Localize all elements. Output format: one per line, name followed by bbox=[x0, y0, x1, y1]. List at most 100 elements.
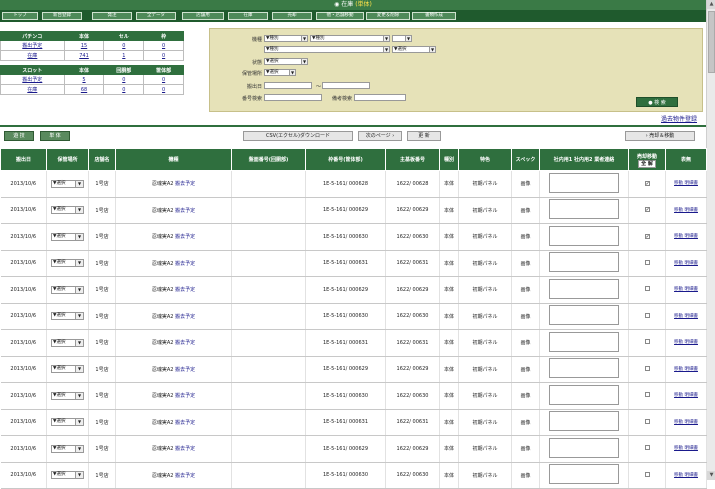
nav-order[interactable]: 発注 bbox=[92, 12, 132, 20]
count-link[interactable]: 0 bbox=[103, 40, 145, 51]
sell-move-checkbox[interactable] bbox=[644, 339, 650, 345]
place-select[interactable]: ▼選択 ▼ bbox=[51, 232, 84, 241]
model-link[interactable]: 搬去予定 bbox=[175, 367, 195, 373]
count-link[interactable]: 68 bbox=[63, 84, 105, 95]
csv-download-button[interactable]: CSV(エクセル)ダウンロード bbox=[243, 131, 353, 141]
row-label[interactable]: 在庫 bbox=[0, 84, 65, 95]
nav-documents[interactable]: 書類作成 bbox=[412, 12, 456, 20]
place-select[interactable]: ▼選択 ▼ bbox=[51, 206, 84, 215]
sell-move-button[interactable]: › 売却＆移動 bbox=[625, 131, 695, 141]
sell-move-checkbox[interactable] bbox=[644, 286, 650, 292]
memo-textarea[interactable] bbox=[549, 252, 619, 273]
move-detail-link[interactable]: 移動 明細書 bbox=[674, 446, 698, 451]
nav-new[interactable]: 新台登録 bbox=[42, 12, 82, 20]
memo-textarea[interactable] bbox=[549, 199, 619, 220]
memo-textarea[interactable] bbox=[549, 384, 619, 405]
row-label[interactable]: 在庫 bbox=[0, 50, 65, 61]
select-all-button[interactable]: 全 解 bbox=[638, 159, 656, 168]
count-link[interactable]: 0 bbox=[143, 84, 184, 95]
model-link[interactable]: 搬去予定 bbox=[175, 208, 195, 214]
model-link[interactable]: 搬去予定 bbox=[175, 340, 195, 346]
move-detail-link[interactable]: 移動 明細書 bbox=[674, 473, 698, 478]
nav-stock[interactable]: 在庫 bbox=[228, 12, 268, 20]
place-select[interactable]: ▼選択 ▼ bbox=[51, 471, 84, 480]
scroll-down-icon[interactable]: ▼ bbox=[707, 471, 715, 480]
memo-textarea[interactable] bbox=[549, 331, 619, 352]
single-button[interactable]: 単 体 bbox=[40, 131, 70, 141]
memo-textarea[interactable] bbox=[549, 305, 619, 326]
number-search-input[interactable] bbox=[264, 94, 322, 101]
sell-move-checkbox[interactable]: ✓ bbox=[644, 207, 650, 213]
count-link[interactable]: 0 bbox=[103, 84, 145, 95]
sell-move-checkbox[interactable]: ✓ bbox=[644, 233, 650, 239]
memo-textarea[interactable] bbox=[549, 278, 619, 299]
nav-sell[interactable]: 売却 bbox=[272, 12, 312, 20]
next-page-button[interactable]: 次のページ › bbox=[358, 131, 402, 141]
count-link[interactable]: 0 bbox=[143, 50, 184, 61]
scroll-up-icon[interactable]: ▲ bbox=[707, 0, 715, 9]
place-select[interactable]: ▼選択 ▼ bbox=[51, 391, 84, 400]
place-select[interactable]: ▼選択 ▼ bbox=[51, 365, 84, 374]
sell-move-checkbox[interactable] bbox=[644, 259, 650, 265]
kind-select-3[interactable]: ▼種別 ▼ bbox=[264, 46, 390, 53]
model-link[interactable]: 搬去予定 bbox=[175, 393, 195, 399]
date-from-input[interactable] bbox=[264, 82, 312, 89]
model-link[interactable]: 搬去予定 bbox=[175, 261, 195, 267]
state-select[interactable]: ▼選択 ▼ bbox=[264, 58, 308, 65]
model-link[interactable]: 搬去予定 bbox=[175, 234, 195, 240]
move-detail-link[interactable]: 移動 明細書 bbox=[674, 181, 698, 186]
place-select[interactable]: ▼選択 ▼ bbox=[51, 285, 84, 294]
row-label[interactable]: 搬出予定 bbox=[0, 74, 65, 85]
move-detail-link[interactable]: 移動 明細書 bbox=[674, 287, 698, 292]
memo-textarea[interactable] bbox=[549, 464, 619, 485]
sell-move-checkbox[interactable] bbox=[644, 445, 650, 451]
model-link[interactable]: 搬去予定 bbox=[175, 446, 195, 452]
refresh-button[interactable]: 更 新 bbox=[407, 131, 441, 141]
col-model[interactable]: 機種 bbox=[115, 148, 232, 171]
past-property-link[interactable]: 過去物件登録 bbox=[661, 114, 697, 123]
count-link[interactable]: 0 bbox=[143, 40, 184, 51]
move-detail-link[interactable]: 移動 明細書 bbox=[674, 261, 698, 266]
move-detail-link[interactable]: 移動 明細書 bbox=[674, 234, 698, 239]
count-link[interactable]: 0 bbox=[143, 74, 184, 85]
nav-edit-delete[interactable]: 変更＆削除 bbox=[366, 12, 410, 20]
nav-move[interactable]: 他・店舗移動 bbox=[316, 12, 364, 20]
count-link[interactable]: 0 bbox=[103, 74, 145, 85]
memo-textarea[interactable] bbox=[549, 358, 619, 379]
place-select[interactable]: ▼選択 ▼ bbox=[51, 259, 84, 268]
move-detail-link[interactable]: 移動 明細書 bbox=[674, 393, 698, 398]
sell-move-checkbox[interactable] bbox=[644, 365, 650, 371]
place-select[interactable]: ▼選択 ▼ bbox=[51, 179, 84, 188]
move-detail-link[interactable]: 移動 明細書 bbox=[674, 314, 698, 319]
sell-move-checkbox[interactable] bbox=[644, 471, 650, 477]
model-link[interactable]: 搬去予定 bbox=[175, 287, 195, 293]
nav-all-data[interactable]: 全データ bbox=[136, 12, 176, 20]
memo-textarea[interactable] bbox=[549, 225, 619, 246]
place-select[interactable]: ▼選択 ▼ bbox=[51, 338, 84, 347]
sell-move-checkbox[interactable] bbox=[644, 392, 650, 398]
memo-textarea[interactable] bbox=[549, 411, 619, 432]
place-select[interactable]: ▼選択 ▼ bbox=[51, 418, 84, 427]
model-link[interactable]: 搬去予定 bbox=[175, 420, 195, 426]
row-label[interactable]: 搬出予定 bbox=[0, 40, 65, 51]
sell-move-checkbox[interactable] bbox=[644, 418, 650, 424]
count-link[interactable]: 1 bbox=[103, 50, 145, 61]
place-select[interactable]: ▼選択 ▼ bbox=[264, 69, 296, 76]
search-button[interactable]: ● 検 索 bbox=[636, 97, 678, 107]
count-link[interactable]: 15 bbox=[63, 40, 105, 51]
model-link[interactable]: 搬去予定 bbox=[175, 473, 195, 479]
memo-search-input[interactable] bbox=[354, 94, 406, 101]
date-to-input[interactable] bbox=[322, 82, 370, 89]
place-select[interactable]: ▼選択 ▼ bbox=[51, 312, 84, 321]
move-detail-link[interactable]: 移動 明細書 bbox=[674, 340, 698, 345]
kind-select-4[interactable]: ▼選択 ▼ bbox=[392, 46, 436, 53]
nav-top[interactable]: トップ bbox=[2, 12, 38, 20]
sell-move-checkbox[interactable]: ✓ bbox=[644, 180, 650, 186]
memo-textarea[interactable] bbox=[549, 437, 619, 458]
kind-select-extra[interactable]: ▼ bbox=[392, 35, 412, 42]
move-detail-link[interactable]: 移動 明細書 bbox=[674, 367, 698, 372]
kind-select-2[interactable]: ▼種別 ▼ bbox=[310, 35, 390, 42]
kind-select-1[interactable]: ▼種別 ▼ bbox=[264, 35, 308, 42]
scroll-thumb[interactable] bbox=[708, 11, 715, 73]
memo-textarea[interactable] bbox=[549, 172, 619, 193]
